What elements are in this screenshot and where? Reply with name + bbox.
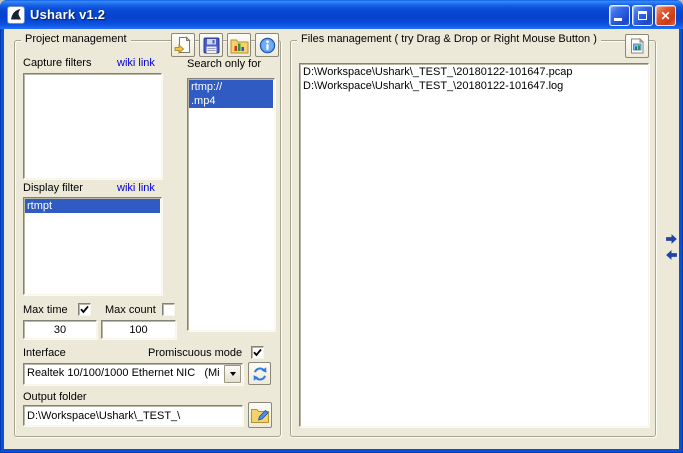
maximize-icon xyxy=(638,11,647,20)
app-window: Ushark v1.2 ✕ Project management xyxy=(0,0,683,453)
info-button[interactable] xyxy=(255,33,279,57)
list-item[interactable]: rtmpt xyxy=(25,199,160,213)
check-icon xyxy=(253,348,262,357)
shark-fin-icon xyxy=(7,6,25,24)
output-folder-label: Output folder xyxy=(23,391,87,403)
max-time-label: Max time xyxy=(23,304,68,316)
maximize-button[interactable] xyxy=(632,5,653,26)
save-project-button[interactable] xyxy=(199,33,223,57)
check-icon xyxy=(80,305,89,314)
files-listbox[interactable]: D:\Workspace\Ushark\_TEST_\20180122-1016… xyxy=(299,63,649,427)
file-list-item[interactable]: D:\Workspace\Ushark\_TEST_\20180122-1016… xyxy=(301,65,647,79)
display-filter-label: Display filter xyxy=(23,182,83,194)
refresh-interfaces-button[interactable] xyxy=(248,362,271,385)
list-item[interactable]: .mp4 xyxy=(189,94,273,108)
max-time-input[interactable] xyxy=(23,320,97,339)
minimize-button[interactable] xyxy=(609,5,630,26)
max-count-input[interactable] xyxy=(101,320,176,339)
minimize-icon xyxy=(614,18,622,21)
search-only-for-listbox[interactable]: rtmp:// .mp4 xyxy=(187,78,275,331)
report-button[interactable] xyxy=(625,34,649,58)
collapse-panel-button[interactable] xyxy=(665,249,678,262)
display-filter-listbox[interactable]: rtmpt xyxy=(23,197,162,295)
new-project-button[interactable] xyxy=(171,33,195,57)
max-time-checkbox[interactable] xyxy=(78,303,91,316)
files-group-title: Files management ( try Drag & Drop or Ri… xyxy=(297,33,601,45)
chevron-down-icon xyxy=(230,372,236,376)
interface-select[interactable]: Realtek 10/100/1000 Ethernet NIC (Mi xyxy=(23,363,243,385)
save-floppy-icon xyxy=(203,37,220,54)
report-icon xyxy=(629,38,645,54)
file-list-item[interactable]: D:\Workspace\Ushark\_TEST_\20180122-1016… xyxy=(301,79,647,93)
folder-edit-icon xyxy=(250,406,270,424)
browse-output-folder-button[interactable] xyxy=(248,402,272,428)
interface-dropdown-button[interactable] xyxy=(224,365,241,383)
titlebar: Ushark v1.2 ✕ xyxy=(0,0,683,29)
statistics-button[interactable] xyxy=(227,33,251,57)
max-count-checkbox[interactable] xyxy=(162,303,175,316)
close-button[interactable]: ✕ xyxy=(655,5,676,26)
close-icon: ✕ xyxy=(660,10,670,22)
new-document-icon xyxy=(174,36,192,54)
client-area: Project management xyxy=(4,29,679,449)
interface-label: Interface xyxy=(23,347,66,359)
output-folder-input[interactable] xyxy=(23,405,243,426)
info-icon xyxy=(259,37,276,54)
capture-filters-label: Capture filters xyxy=(23,57,91,69)
project-group-title: Project management xyxy=(21,33,131,45)
arrow-left-icon xyxy=(665,249,678,261)
files-management-group: Files management ( try Drag & Drop or Ri… xyxy=(290,40,656,437)
interface-selected-value: Realtek 10/100/1000 Ethernet NIC (Mi xyxy=(24,364,223,384)
search-only-for-label: Search only for xyxy=(187,58,261,70)
max-count-label: Max count xyxy=(105,304,156,316)
arrow-right-icon xyxy=(665,233,678,245)
promiscuous-checkbox[interactable] xyxy=(251,346,264,359)
expand-panel-button[interactable] xyxy=(665,233,678,246)
display-filter-wiki-link[interactable]: wiki link xyxy=(117,182,155,194)
list-item[interactable]: rtmp:// xyxy=(189,80,273,94)
project-management-group: Project management xyxy=(14,40,281,437)
capture-filters-wiki-link[interactable]: wiki link xyxy=(117,57,155,69)
capture-filters-listbox[interactable] xyxy=(23,73,162,179)
promiscuous-mode-label: Promiscuous mode xyxy=(148,347,242,359)
folder-chart-icon xyxy=(230,37,249,54)
window-title: Ushark v1.2 xyxy=(30,7,105,22)
refresh-icon xyxy=(252,366,268,382)
